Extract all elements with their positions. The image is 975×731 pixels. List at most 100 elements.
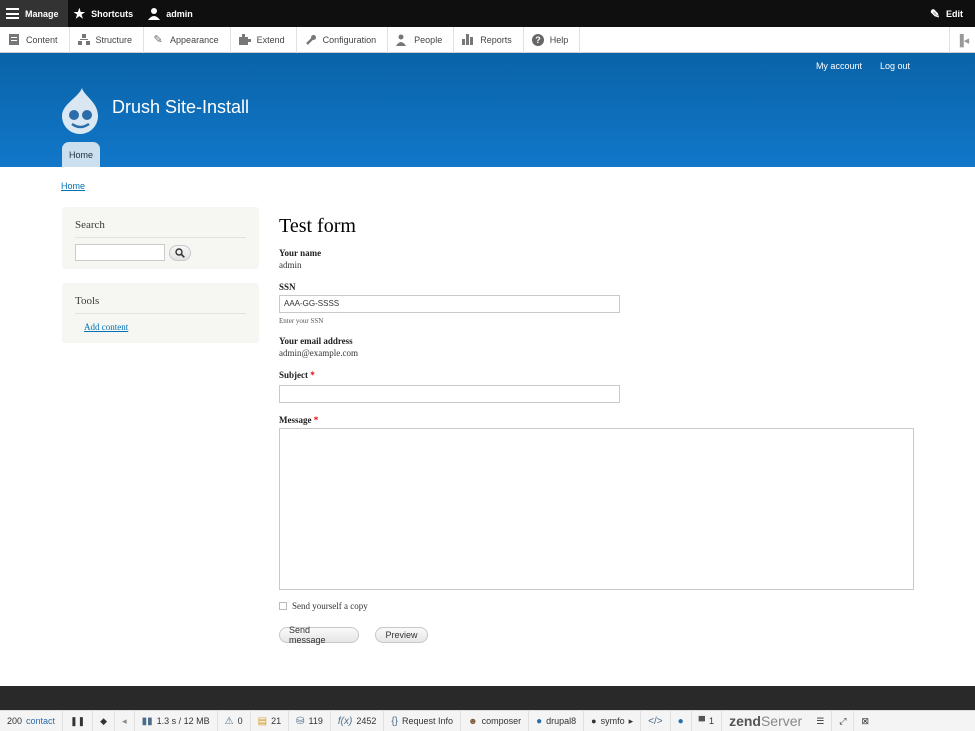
search-block-title: Search	[75, 219, 105, 231]
admin-toolbar: Manage ★ Shortcuts admin ✎ Edit	[0, 0, 975, 27]
hamburger-icon	[6, 8, 19, 19]
add-content-link[interactable]: Add content	[62, 314, 259, 346]
zend-server-logo[interactable]: zendServer	[722, 711, 809, 731]
content-icon	[8, 34, 20, 46]
zend-logo-text: zendServer	[729, 713, 802, 729]
tray-item-label: Structure	[95, 34, 133, 45]
debug-database[interactable]: ⛁ 119	[289, 710, 331, 731]
tray-item-help[interactable]: ? Help	[524, 26, 581, 53]
copy-checkbox[interactable]	[279, 602, 287, 610]
forms-count: 21	[271, 716, 282, 726]
warnings-count: 0	[237, 716, 243, 726]
drupal-logo-icon[interactable]	[60, 88, 102, 134]
help-icon: ?	[531, 33, 544, 46]
debug-drupal[interactable]: ● drupal8	[529, 710, 585, 731]
user-label: admin	[166, 8, 193, 19]
tray-item-label: People	[414, 34, 443, 45]
code-icon: </>	[648, 715, 663, 727]
tray-item-configuration[interactable]: Configuration	[297, 26, 389, 53]
my-account-link[interactable]: My account	[816, 61, 862, 71]
warning-icon: ⚠	[224, 715, 234, 727]
composer-icon: ☻	[468, 716, 478, 726]
search-row	[62, 238, 259, 267]
edit-label: Edit	[946, 8, 963, 19]
debug-timing[interactable]: ▮▮ 1.3 s / 12 MB	[135, 710, 218, 731]
debug-pause[interactable]: ❚❚	[63, 710, 94, 731]
debug-request-info[interactable]: {} Request Info	[384, 710, 462, 731]
debug-clear[interactable]: ◆	[93, 710, 116, 731]
shortcuts-label: Shortcuts	[91, 8, 134, 19]
scroll-right-icon[interactable]: ▸	[629, 716, 634, 727]
debug-symfony[interactable]: ● symfo ▸	[584, 710, 642, 731]
database-icon: ⛁	[296, 715, 305, 727]
tray-item-reports[interactable]: Reports	[454, 26, 524, 53]
debug-collapse[interactable]: ◂	[115, 710, 135, 731]
comments-count: 1	[709, 716, 715, 726]
send-message-button[interactable]: Send message	[279, 625, 359, 645]
home-tab[interactable]: Home	[62, 142, 100, 167]
message-textarea[interactable]	[279, 428, 914, 590]
ssn-input[interactable]: AAA-GG-SSSS	[279, 295, 620, 313]
debug-close[interactable]: ⊠	[854, 711, 876, 731]
subject-input[interactable]	[279, 385, 620, 403]
debug-comments[interactable]: ▀ 1	[692, 710, 723, 731]
shortcuts-tab[interactable]: ★ Shortcuts	[68, 0, 143, 27]
your-name-label: Your name	[279, 248, 322, 258]
debug-menu[interactable]: ☰	[809, 710, 833, 731]
ssn-description: Enter your SSN	[279, 317, 324, 325]
tray-item-structure[interactable]: Structure	[70, 26, 145, 53]
form-actions: Send message Preview	[279, 625, 919, 645]
tray-item-label: Help	[549, 34, 569, 45]
your-name-value: admin	[279, 260, 302, 270]
page-title: Test form	[279, 215, 356, 237]
copy-label: Send yourself a copy	[292, 601, 368, 611]
zend-b: Server	[760, 713, 803, 729]
symfony-icon: ●	[591, 716, 597, 726]
tray-item-appearance[interactable]: ✎ Appearance	[144, 26, 231, 53]
tray-item-label: Extend	[256, 34, 285, 45]
status-code: 200	[7, 716, 23, 726]
pencil-icon: ✎	[929, 6, 940, 21]
extend-icon	[238, 34, 251, 46]
forms-icon: ▤	[257, 715, 268, 727]
ssn-label: SSN	[279, 282, 296, 292]
tray-item-extend[interactable]: Extend	[231, 26, 297, 53]
debug-forms[interactable]: ▤ 21	[251, 710, 290, 731]
request-info-label: Request Info	[402, 716, 454, 726]
drupal-small-icon: ●	[677, 715, 684, 727]
debug-drupal-icon[interactable]: ●	[671, 710, 692, 731]
subject-label: Subject	[279, 370, 308, 380]
debug-status[interactable]: 200 contact	[0, 710, 64, 731]
tray-item-content[interactable]: Content	[0, 26, 70, 53]
debug-warnings[interactable]: ⚠ 0	[218, 710, 251, 731]
tray-item-people[interactable]: People	[388, 26, 455, 53]
site-name[interactable]: Drush Site-Install	[112, 97, 249, 118]
debug-composer[interactable]: ☻ composer	[461, 710, 530, 731]
search-input[interactable]	[75, 244, 165, 261]
debug-functions[interactable]: f(x) 2452	[331, 710, 385, 731]
tray-item-label: Configuration	[322, 34, 377, 45]
debug-code[interactable]: </>	[641, 710, 671, 731]
preview-button[interactable]: Preview	[375, 627, 428, 643]
close-icon: ⊠	[861, 715, 870, 726]
required-marker: *	[313, 415, 319, 425]
eraser-icon: ◆	[100, 715, 108, 726]
message-label: Message	[279, 415, 312, 425]
main-content: Test form Your name admin SSN AAA-GG-SSS…	[279, 215, 919, 645]
tray-item-label: Reports	[480, 34, 512, 45]
breadcrumb-home[interactable]: Home	[61, 181, 85, 191]
email-value: admin@example.com	[279, 348, 359, 358]
drupal-label: drupal8	[546, 716, 577, 726]
route-name: contact	[26, 716, 56, 726]
search-block: Search	[62, 207, 259, 269]
collapse-toolbar-button[interactable]: ▐◂	[949, 27, 975, 53]
search-button[interactable]	[169, 244, 191, 261]
manage-tab[interactable]: Manage	[0, 0, 68, 27]
edit-button[interactable]: ✎ Edit	[930, 0, 963, 27]
log-out-link[interactable]: Log out	[880, 61, 910, 71]
collapse-left-icon: ◂	[122, 715, 127, 726]
user-tab[interactable]: admin	[142, 0, 202, 27]
time-memory: 1.3 s / 12 MB	[156, 716, 210, 726]
debug-expand[interactable]: ⤢	[832, 710, 855, 731]
collapse-icon: ▐◂	[955, 34, 970, 47]
